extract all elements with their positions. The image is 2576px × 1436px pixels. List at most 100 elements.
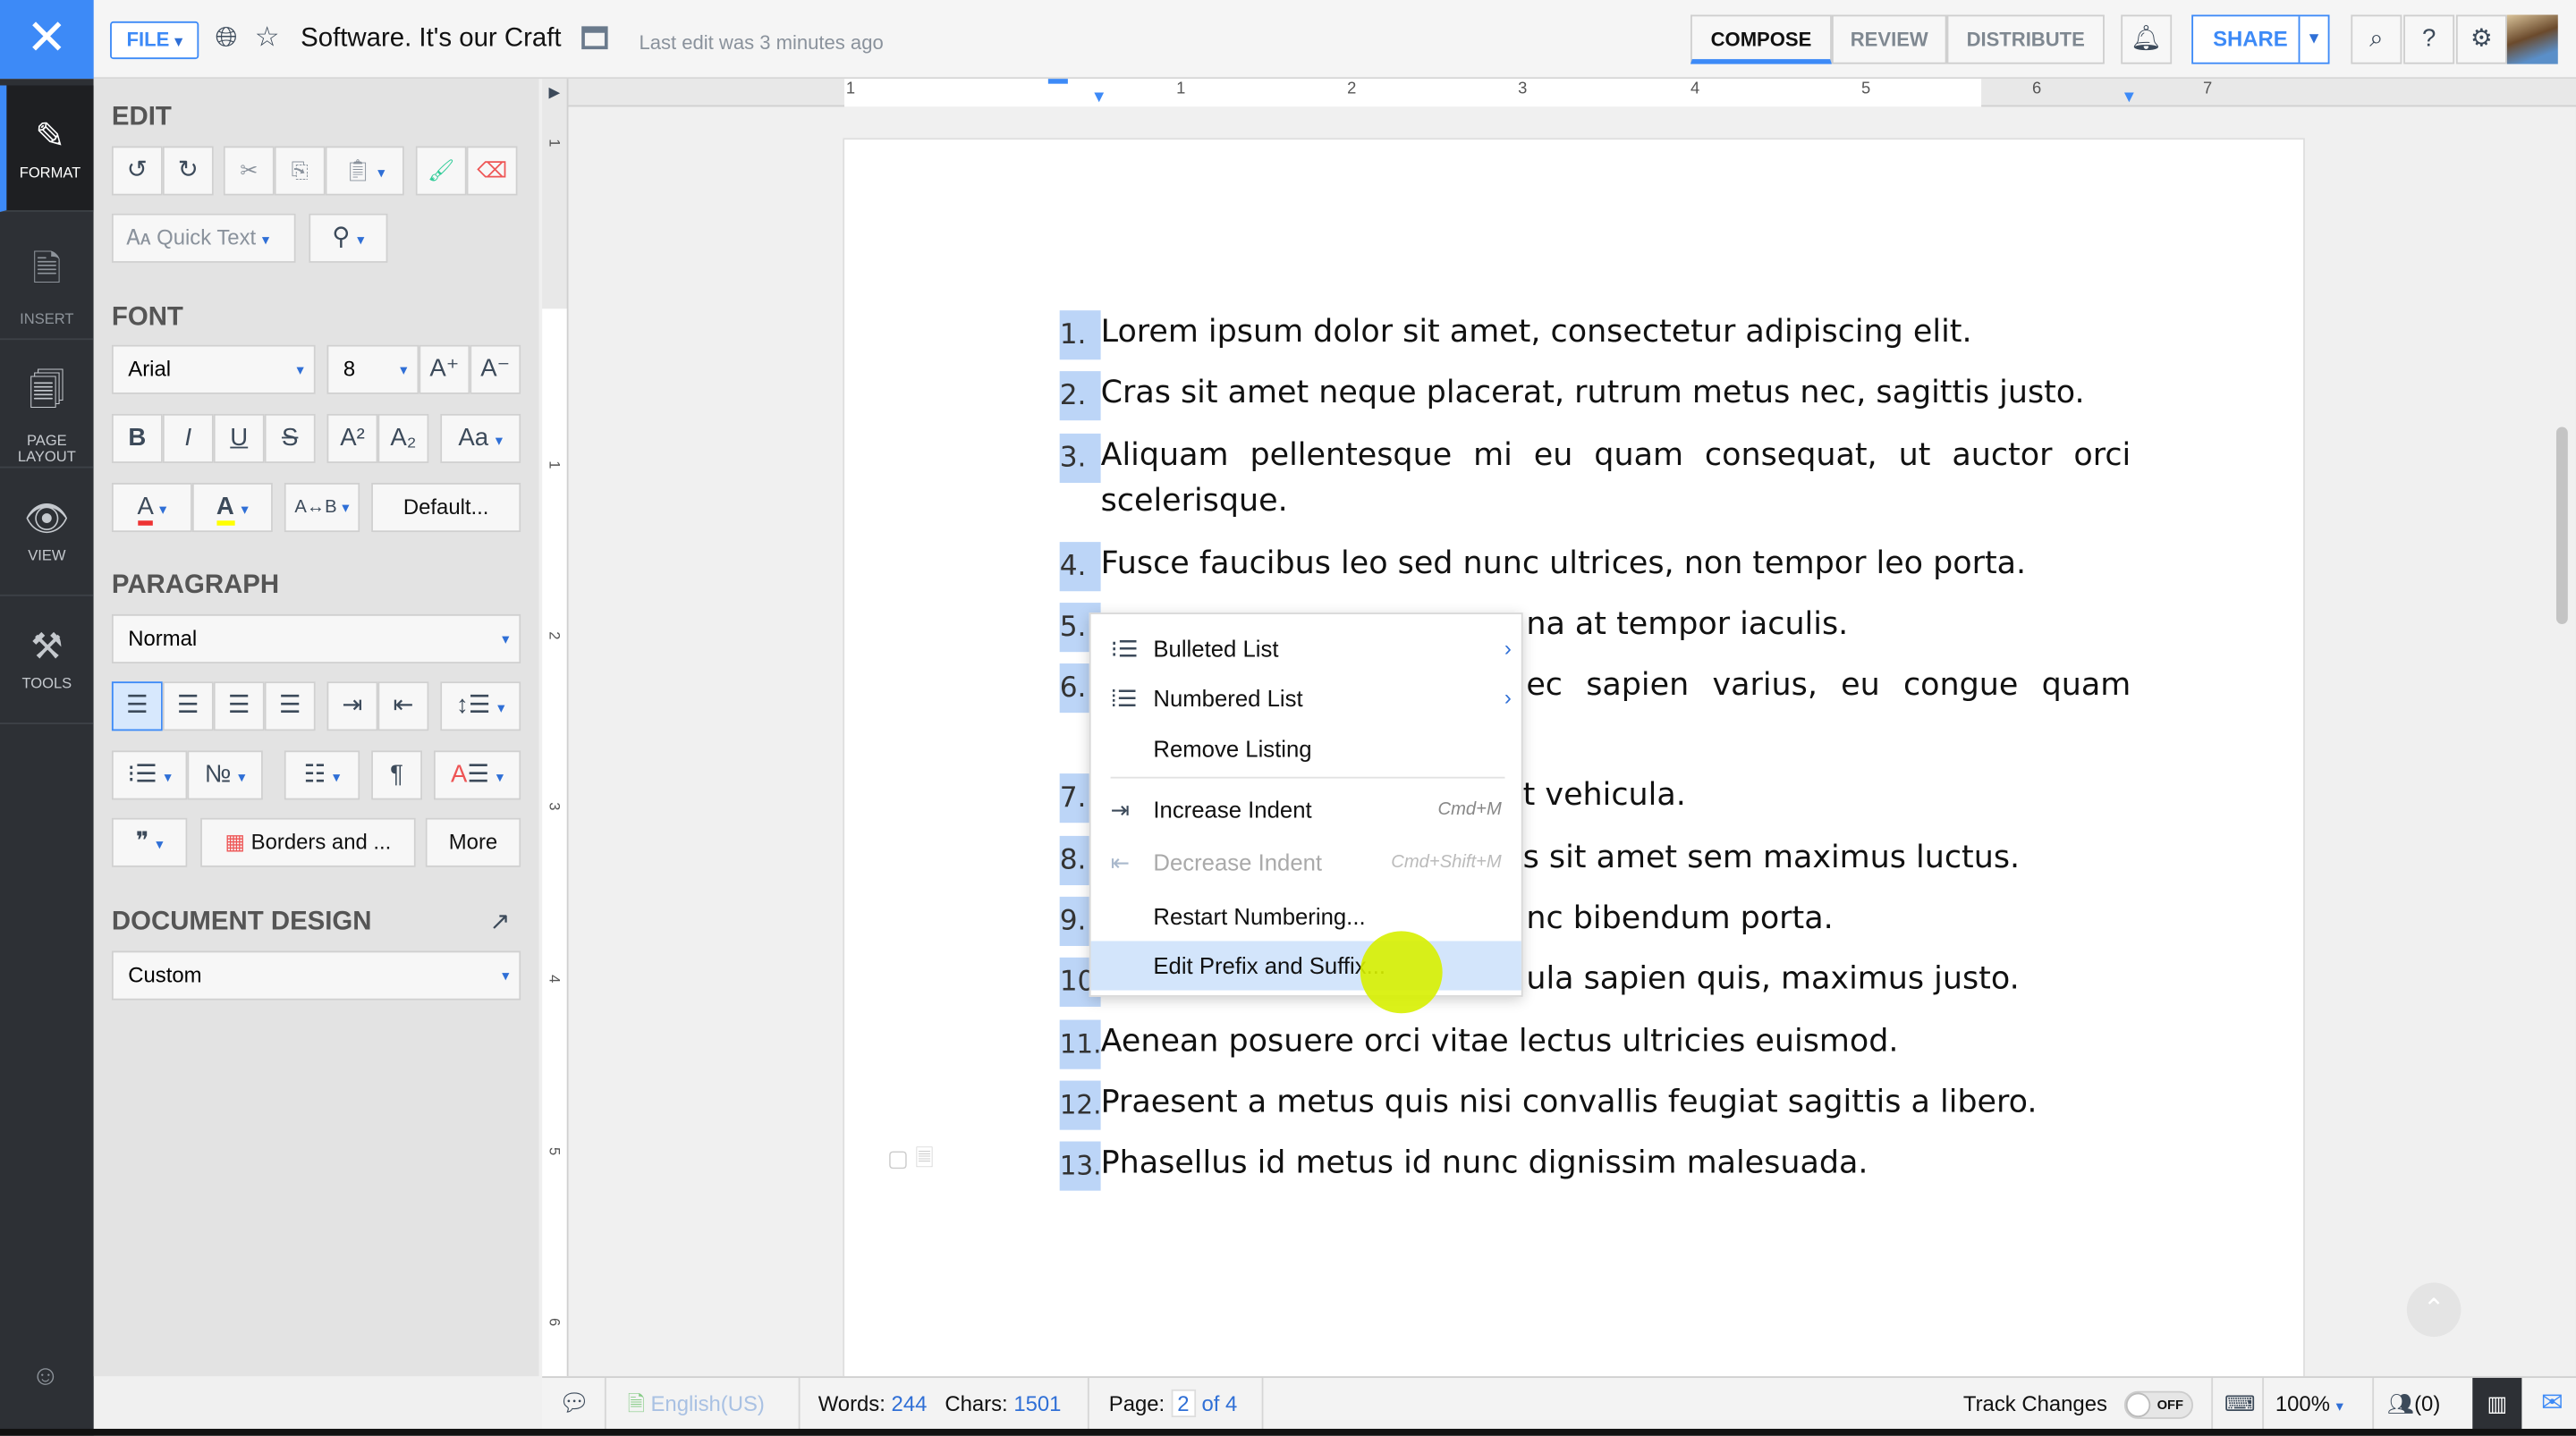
document-title[interactable]: Software. It's our Craft xyxy=(301,25,561,55)
nav-format[interactable]: ✎ FORMAT xyxy=(0,85,94,212)
tab-compose[interactable]: COMPOSE xyxy=(1690,14,1832,64)
decrease-indent-icon[interactable]: ⇤ xyxy=(377,681,429,731)
line-spacing-icon[interactable]: ↕☰ ▾ xyxy=(440,681,521,731)
share-dropdown-chevron-icon[interactable]: ▾ xyxy=(2298,16,2328,63)
list-item[interactable]: ec sapien varius, eu congue quam xyxy=(1526,667,2131,703)
ruler-toggle-icon[interactable]: ▶ xyxy=(548,84,560,102)
list-item[interactable]: t vehicula. xyxy=(1523,777,1686,813)
list-item[interactable]: Cras sit amet neque placerat, rutrum met… xyxy=(1101,375,2085,410)
paragraph-style-select[interactable]: Normal ▾ xyxy=(111,613,521,664)
pilcrow-icon[interactable]: ¶ xyxy=(371,750,423,800)
share-button[interactable]: SHARE ▾ xyxy=(2191,14,2330,64)
globe-icon[interactable]: 🌐︎ xyxy=(216,21,238,55)
zoom-select[interactable]: 100% ▾ xyxy=(2275,1378,2343,1431)
search-icon[interactable]: ⌕ xyxy=(2351,14,2402,64)
increase-font-icon[interactable]: A⁺ xyxy=(419,344,470,394)
character-spacing-icon[interactable]: A↔B ▾ xyxy=(284,482,360,533)
list-item[interactable]: Aliquam pellentesque mi eu quam consequa… xyxy=(1101,437,2131,473)
borders-and-shading-button[interactable]: ▦ Borders and ... xyxy=(200,817,416,867)
menu-item-bulleted-list[interactable]: ⁝☰ Bulleted List › xyxy=(1091,624,1521,673)
menu-item-restart-numbering[interactable]: Restart Numbering... xyxy=(1091,891,1521,941)
feedback-smiley-icon[interactable]: ☺ xyxy=(31,1360,60,1393)
left-indent-marker[interactable]: ▼ xyxy=(1091,89,1107,106)
close-button[interactable]: ✕ xyxy=(0,0,94,80)
right-indent-marker[interactable]: ▼ xyxy=(2121,89,2137,106)
notification-bell-icon[interactable]: 🔔︎ xyxy=(2121,14,2173,64)
cut-scissors-icon[interactable]: ✂ xyxy=(223,146,275,196)
page-options-icon[interactable]: ▢ 🗏︎ xyxy=(887,1142,934,1181)
increase-indent-icon[interactable]: ⇥ xyxy=(326,681,378,731)
quote-icon[interactable]: ❞ ▾ xyxy=(111,817,188,867)
list-item[interactable]: Aenean posuere orci vitae lectus ultrici… xyxy=(1101,1023,1899,1059)
font-size-select[interactable]: 8 ▾ xyxy=(326,344,419,394)
menu-item-increase-indent[interactable]: ⇥ Increase Indent Cmd+M xyxy=(1091,785,1521,834)
vertical-scrollbar[interactable] xyxy=(2555,427,2568,624)
align-left-icon[interactable]: ☰ xyxy=(111,681,163,731)
list-item[interactable]: na at tempor iaculis. xyxy=(1526,606,1848,642)
nav-page-layout[interactable]: 🗐︎ PAGE LAYOUT xyxy=(0,340,94,469)
menu-item-numbered-list[interactable]: ⁞☰ Numbered List › xyxy=(1091,673,1521,722)
list-item[interactable]: Phasellus id metus id nunc dignissim mal… xyxy=(1101,1145,1868,1180)
underline-icon[interactable]: U xyxy=(213,413,265,463)
keyboard-icon[interactable]: ⌨ xyxy=(2224,1378,2255,1431)
list-item[interactable]: Praesent a metus quis nisi convallis feu… xyxy=(1101,1084,2038,1119)
list-item[interactable]: Fusce faucibus leo sed nunc ultrices, no… xyxy=(1101,545,2027,581)
track-changes-toggle[interactable]: OFF xyxy=(2123,1390,2194,1419)
list-item[interactable]: nc bibendum porta. xyxy=(1526,900,1833,936)
format-painter-icon[interactable]: 🖌︎ xyxy=(415,146,467,196)
numbered-list-icon[interactable]: № ▾ xyxy=(187,750,263,800)
italic-icon[interactable]: I xyxy=(162,413,214,463)
menu-item-edit-prefix-suffix[interactable]: Edit Prefix and Suffix... xyxy=(1090,941,1521,991)
paste-icon[interactable]: 📋︎ ▾ xyxy=(325,146,404,196)
vertical-ruler[interactable]: ▶ 1 1 2 3 4 5 6 xyxy=(542,79,569,1377)
strikethrough-icon[interactable]: S xyxy=(264,413,316,463)
reading-view-icon[interactable]: ▥ xyxy=(2472,1378,2522,1431)
list-item[interactable]: ula sapien quis, maximus justo. xyxy=(1526,960,2019,996)
scroll-to-top-button[interactable]: ⌃ xyxy=(2406,1282,2462,1338)
external-link-icon[interactable]: ↗ xyxy=(489,907,510,936)
align-right-icon[interactable]: ☰ xyxy=(213,681,265,731)
folder-icon[interactable] xyxy=(581,26,608,50)
drop-cap-icon[interactable]: A☰ ▾ xyxy=(433,750,521,800)
find-binoculars-icon[interactable]: ⚲ ▾ xyxy=(309,213,388,263)
decrease-font-icon[interactable]: A⁻ xyxy=(470,344,521,394)
page-number-input[interactable]: 2 xyxy=(1170,1389,1196,1418)
mail-icon[interactable]: ✉ xyxy=(2529,1378,2576,1431)
redo-icon[interactable]: ↻ xyxy=(162,146,214,196)
menu-item-remove-listing[interactable]: Remove Listing xyxy=(1091,724,1521,773)
clear-format-eraser-icon[interactable]: ⌫ xyxy=(466,146,518,196)
default-style-button[interactable]: Default... xyxy=(371,482,521,533)
align-center-icon[interactable]: ☰ xyxy=(162,681,214,731)
spellcheck-language[interactable]: 🗎︎ English(US) xyxy=(628,1378,765,1431)
file-menu-button[interactable]: FILE ▾ xyxy=(110,21,199,60)
justify-icon[interactable]: ☰ xyxy=(264,681,316,731)
bold-icon[interactable]: B xyxy=(111,413,163,463)
superscript-icon[interactable]: A² xyxy=(326,413,378,463)
document-design-select[interactable]: Custom ▾ xyxy=(111,950,521,1001)
nav-view[interactable]: 👁︎ VIEW xyxy=(0,468,94,596)
tab-distribute[interactable]: DISTRIBUTE xyxy=(1946,14,2105,64)
horizontal-ruler[interactable]: 1 1 2 3 4 5 6 7 ▼ ▼ xyxy=(568,79,2576,107)
nav-insert[interactable]: 🗎︎ INSERT xyxy=(0,212,94,341)
user-avatar[interactable] xyxy=(2506,14,2558,64)
first-line-indent-marker[interactable] xyxy=(1047,79,1068,84)
bulleted-list-icon[interactable]: ⁝☰ ▾ xyxy=(111,750,188,800)
highlight-color-icon[interactable]: A ▾ xyxy=(191,482,273,533)
font-color-icon[interactable]: A ▾ xyxy=(111,482,192,533)
font-family-select[interactable]: Arial ▾ xyxy=(111,344,316,394)
collaborators[interactable]: 👥︎(0) xyxy=(2387,1378,2441,1431)
change-case-icon[interactable]: Aa ▾ xyxy=(440,413,521,463)
settings-gear-icon[interactable]: ⚙ xyxy=(2455,14,2507,64)
quick-text-button[interactable]: 🗛 Quick Text ▾ xyxy=(111,213,296,263)
chat-icon[interactable]: 💬︎ xyxy=(558,1378,589,1431)
subscript-icon[interactable]: A₂ xyxy=(377,413,429,463)
list-item[interactable]: Lorem ipsum dolor sit amet, consectetur … xyxy=(1101,314,1972,350)
tab-review[interactable]: REVIEW xyxy=(1831,14,1947,64)
copy-icon[interactable]: ⎘ xyxy=(274,146,326,196)
help-icon[interactable]: ? xyxy=(2403,14,2455,64)
more-button[interactable]: More xyxy=(425,817,521,867)
list-item-continuation[interactable]: scelerisque. xyxy=(1101,483,1288,519)
multilevel-list-icon[interactable]: ☷ ▾ xyxy=(284,750,360,800)
undo-icon[interactable]: ↺ xyxy=(111,146,163,196)
nav-tools[interactable]: ⚒ TOOLS xyxy=(0,596,94,724)
